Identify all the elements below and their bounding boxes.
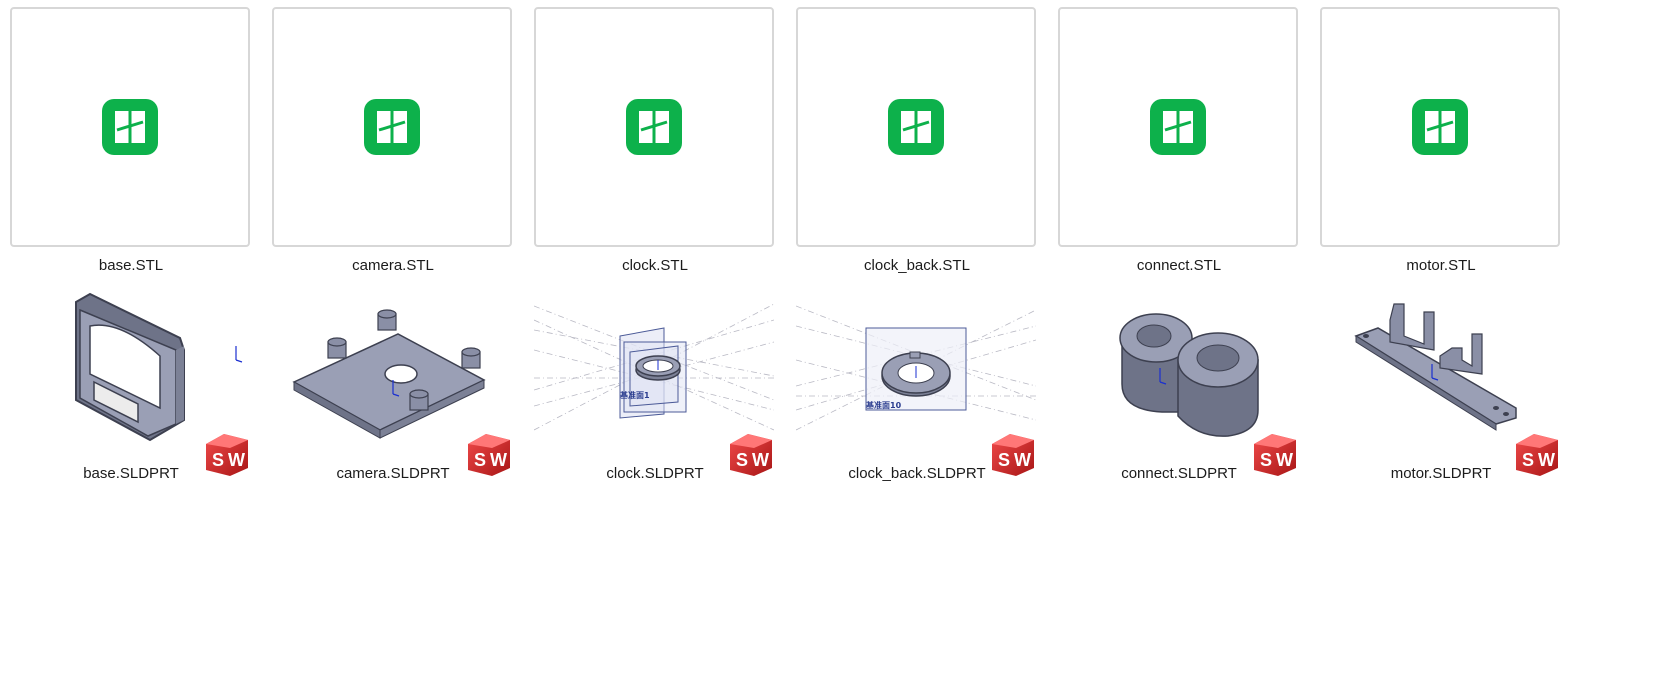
file-thumbnail[interactable] (272, 7, 512, 247)
file-tile-motor-stl[interactable]: motor.STL (1310, 0, 1566, 280)
file-name[interactable]: clock_back.SLDPRT (782, 465, 1052, 482)
file-name[interactable]: camera.STL (258, 257, 528, 274)
file-name[interactable]: connect.SLDPRT (1044, 465, 1314, 482)
file-name[interactable]: motor.SLDPRT (1306, 465, 1576, 482)
file-thumbnail[interactable] (796, 7, 1036, 247)
file-thumbnail[interactable] (1320, 7, 1560, 247)
file-tile-clock-back-sldprt[interactable]: 基准面10 S W clock_back.SLDPRT (786, 280, 1042, 500)
file-name[interactable]: clock.STL (520, 257, 790, 274)
file-name[interactable]: camera.SLDPRT (258, 465, 528, 482)
file-tile-clock-back-stl[interactable]: clock_back.STL (786, 0, 1042, 280)
file-tile-camera-stl[interactable]: camera.STL (262, 0, 518, 280)
file-name[interactable]: clock_back.STL (782, 257, 1052, 274)
stl-viewer-icon (102, 99, 158, 155)
file-tile-clock-sldprt[interactable]: 基准面1 S W clock.SLDPRT (524, 280, 780, 500)
file-name[interactable]: connect.STL (1044, 257, 1314, 274)
file-name[interactable]: motor.STL (1306, 257, 1576, 274)
file-tile-connect-sldprt[interactable]: S W connect.SLDPRT (1048, 280, 1304, 500)
stl-viewer-icon (626, 99, 682, 155)
file-tile-clock-stl[interactable]: clock.STL (524, 0, 780, 280)
file-tile-base-sldprt[interactable]: S W base.SLDPRT (0, 280, 256, 500)
stl-viewer-icon (364, 99, 420, 155)
plane-label: 基准面1 (619, 390, 650, 400)
file-tile-base-stl[interactable]: base.STL (0, 0, 256, 280)
stl-viewer-icon (1150, 99, 1206, 155)
stl-viewer-icon (1412, 99, 1468, 155)
file-tile-motor-sldprt[interactable]: S W motor.SLDPRT (1310, 280, 1566, 500)
file-thumbnail[interactable] (10, 7, 250, 247)
file-name[interactable]: base.SLDPRT (0, 465, 266, 482)
stl-viewer-icon (888, 99, 944, 155)
file-thumbnail[interactable] (1058, 7, 1298, 247)
file-name[interactable]: base.STL (0, 257, 266, 274)
plane-label: 基准面10 (865, 400, 902, 410)
file-tile-connect-stl[interactable]: connect.STL (1048, 0, 1304, 280)
file-tile-camera-sldprt[interactable]: S W camera.SLDPRT (262, 280, 518, 500)
file-name[interactable]: clock.SLDPRT (520, 465, 790, 482)
file-thumbnail[interactable] (534, 7, 774, 247)
